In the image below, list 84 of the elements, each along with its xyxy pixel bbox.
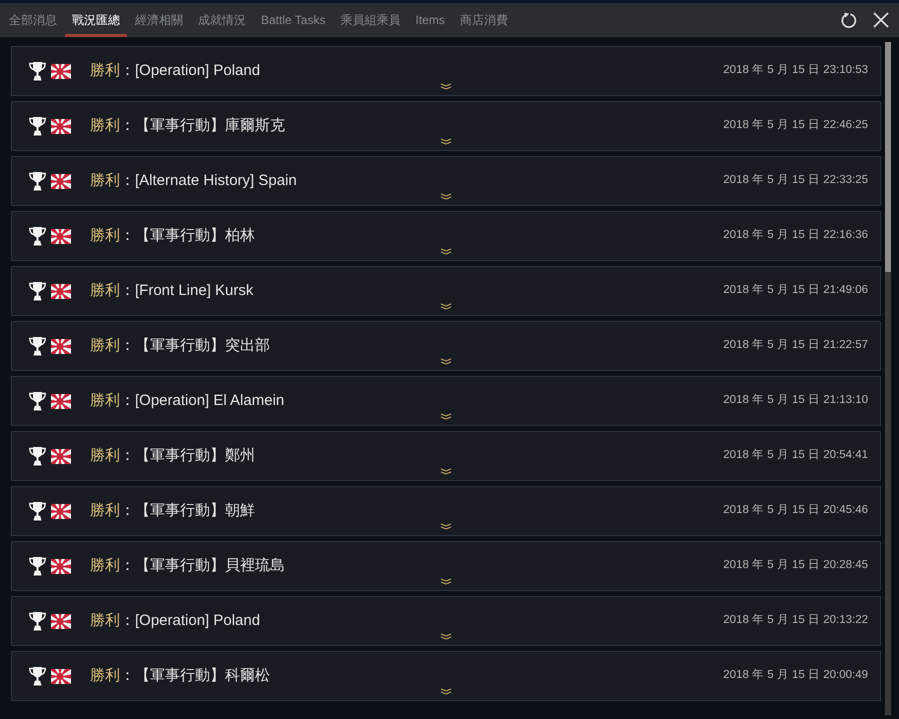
message-title: 勝利：【軍事行動】貝裡琉島	[90, 556, 285, 576]
trophy-icon	[29, 446, 46, 466]
tab[interactable]: 成就情況	[191, 3, 253, 37]
scrollbar-thumb[interactable]	[885, 42, 891, 272]
rising-sun-flag-icon	[51, 504, 71, 518]
message-time: 2018 年 5 月 15 日 23:10:53	[723, 62, 868, 78]
message-time: 2018 年 5 月 15 日 21:49:06	[723, 282, 868, 298]
message-title: 勝利：【軍事行動】科爾松	[90, 666, 270, 686]
expand-chevron-icon[interactable]	[440, 523, 452, 530]
trophy-icon	[29, 556, 46, 576]
tab[interactable]: Items	[408, 3, 452, 37]
trophy-icon	[29, 281, 46, 301]
expand-chevron-icon[interactable]	[440, 193, 452, 200]
rising-sun-flag-icon	[51, 338, 71, 354]
expand-chevron-icon[interactable]	[440, 633, 452, 640]
expand-chevron-icon[interactable]	[440, 83, 452, 90]
tab[interactable]: 經濟相關	[128, 3, 190, 37]
rising-sun-flag-icon	[51, 118, 71, 134]
message-card[interactable]: 勝利：【軍事行動】庫爾斯克 2018 年 5 月 15 日 22:46:25	[11, 101, 881, 151]
message-title: 勝利：【軍事行動】朝鮮	[90, 500, 255, 521]
rising-sun-flag-icon	[51, 64, 71, 78]
message-card[interactable]: 勝利：【軍事行動】突出部 2018 年 5 月 15 日 21:22:57	[11, 321, 881, 371]
message-time: 2018 年 5 月 15 日 20:45:46	[723, 502, 868, 518]
message-time: 2018 年 5 月 15 日 20:13:22	[723, 612, 868, 628]
rising-sun-flag-icon	[51, 448, 71, 464]
trophy-icon	[29, 391, 46, 411]
close-icon[interactable]	[873, 12, 889, 28]
message-title: 勝利：[Alternate History] Spain	[90, 170, 297, 191]
message-card[interactable]: 勝利：[Front Line] Kursk 2018 年 5 月 15 日 21:49:06	[11, 266, 881, 316]
message-time: 2018 年 5 月 15 日 21:13:10	[723, 392, 868, 408]
rising-sun-flag-icon	[51, 558, 71, 574]
message-title: 勝利：【軍事行動】鄭州	[90, 446, 255, 466]
message-card[interactable]: 勝利：【軍事行動】朝鮮 2018 年 5 月 15 日 20:45:46	[11, 486, 881, 536]
message-card[interactable]: 勝利：[Operation] Poland 2018 年 5 月 15 日 23:10:53	[11, 46, 881, 96]
rising-sun-flag-icon	[51, 174, 71, 188]
trophy-icon	[29, 171, 46, 191]
message-time: 2018 年 5 月 15 日 20:54:41	[723, 448, 868, 464]
expand-chevron-icon[interactable]	[440, 138, 452, 145]
tab[interactable]: 全部消息	[2, 3, 64, 37]
message-title: 勝利：[Front Line] Kursk	[90, 280, 254, 301]
rising-sun-flag-icon	[51, 614, 71, 628]
message-title: 勝利：【軍事行動】突出部	[90, 336, 270, 356]
message-card[interactable]: 勝利：[Alternate History] Spain 2018 年 5 月 15 日 22:33:25	[11, 156, 881, 206]
rising-sun-flag-icon	[51, 228, 71, 244]
refresh-icon[interactable]	[840, 12, 857, 28]
message-time: 2018 年 5 月 15 日 22:46:25	[723, 118, 868, 134]
trophy-icon	[29, 501, 46, 521]
message-title: 勝利：【軍事行動】庫爾斯克	[90, 116, 285, 136]
expand-chevron-icon[interactable]	[440, 413, 452, 420]
rising-sun-flag-icon	[51, 668, 71, 684]
tab[interactable]: Battle Tasks	[254, 3, 332, 37]
trophy-icon	[29, 116, 46, 136]
message-time: 2018 年 5 月 15 日 20:00:49	[723, 668, 868, 684]
message-card[interactable]: 勝利：【軍事行動】貝裡琉島 2018 年 5 月 15 日 20:28:45	[11, 541, 881, 591]
trophy-icon	[29, 666, 46, 686]
message-time: 2018 年 5 月 15 日 22:33:25	[723, 172, 868, 188]
tab[interactable]: 乘員組乘員	[333, 3, 408, 37]
message-title: 勝利：[Operation] Poland	[90, 610, 260, 631]
rising-sun-flag-icon	[51, 284, 71, 298]
scrollbar-track[interactable]	[885, 42, 891, 715]
trophy-icon	[29, 336, 46, 356]
trophy-icon	[29, 226, 46, 246]
message-card[interactable]: 勝利：【軍事行動】鄭州 2018 年 5 月 15 日 20:54:41	[11, 431, 881, 481]
expand-chevron-icon[interactable]	[440, 688, 452, 695]
message-time: 2018 年 5 月 15 日 22:16:36	[723, 228, 868, 244]
tab[interactable]: 商店消費	[452, 3, 515, 37]
trophy-icon	[29, 61, 46, 81]
expand-chevron-icon[interactable]	[440, 303, 452, 310]
message-card[interactable]: 勝利：【軍事行動】科爾松 2018 年 5 月 15 日 20:00:49	[11, 651, 881, 701]
message-title: 勝利：【軍事行動】柏林	[90, 226, 255, 246]
message-card[interactable]: 勝利：[Operation] Poland 2018 年 5 月 15 日 20:13:22	[11, 596, 881, 646]
expand-chevron-icon[interactable]	[440, 578, 452, 585]
rising-sun-flag-icon	[51, 394, 71, 408]
message-title: 勝利：[Operation] El Alamein	[90, 390, 284, 411]
message-time: 2018 年 5 月 15 日 20:28:45	[723, 558, 868, 574]
message-time: 2018 年 5 月 15 日 21:22:57	[723, 338, 868, 354]
expand-chevron-icon[interactable]	[440, 248, 452, 255]
message-title: 勝利：[Operation] Poland	[90, 60, 260, 81]
tab[interactable]: 戰況匯總	[65, 3, 127, 37]
message-card[interactable]: 勝利：【軍事行動】柏林 2018 年 5 月 15 日 22:16:36	[11, 211, 881, 261]
expand-chevron-icon[interactable]	[440, 358, 452, 365]
expand-chevron-icon[interactable]	[440, 468, 452, 475]
trophy-icon	[29, 611, 46, 631]
message-card[interactable]: 勝利：[Operation] El Alamein 2018 年 5 月 15 日 21:13:10	[11, 376, 881, 426]
